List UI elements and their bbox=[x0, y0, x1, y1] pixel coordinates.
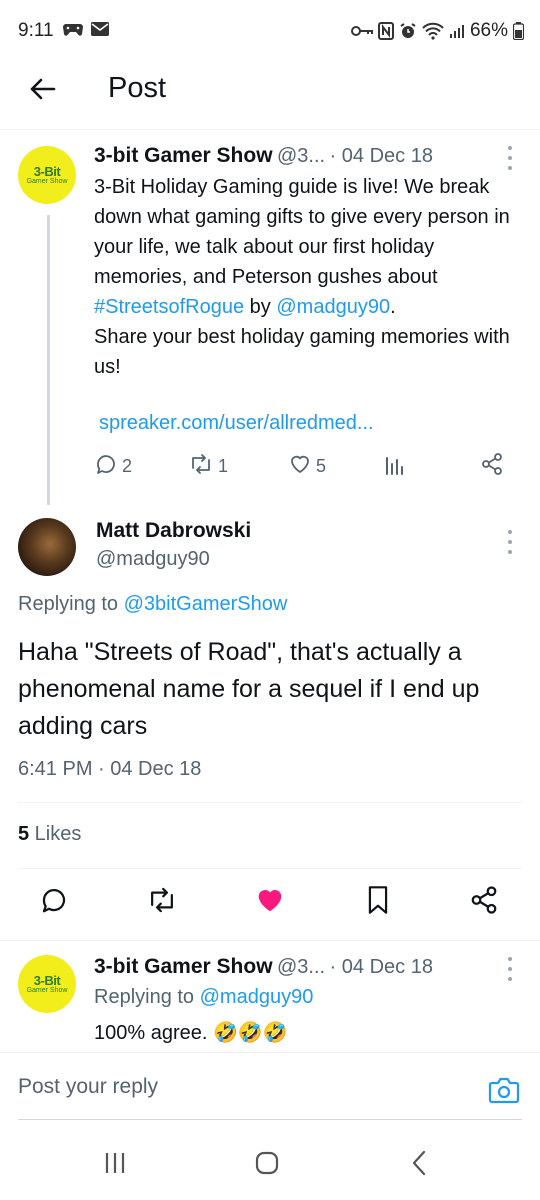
reply-input[interactable] bbox=[18, 1075, 458, 1099]
analytics-icon bbox=[384, 452, 406, 481]
bookmark-icon bbox=[364, 885, 392, 920]
author-handle[interactable]: @madguy90 bbox=[96, 548, 210, 571]
likes-label: Likes bbox=[29, 823, 82, 845]
replying-to: Replying to @3bitGamerShow bbox=[18, 593, 288, 615]
status-bar: 9:11 66% bbox=[0, 0, 540, 64]
wifi-icon bbox=[422, 22, 444, 40]
tweet-text: 100% agree. 🤣🤣🤣 bbox=[94, 1022, 288, 1044]
hashtag-link[interactable]: #StreetsofRogue bbox=[94, 296, 244, 318]
divider bbox=[18, 1119, 522, 1120]
tweet-date: · 04 Dec 18 bbox=[329, 145, 433, 167]
avatar[interactable]: 3-Bit Gamer Show bbox=[18, 955, 76, 1013]
reply-button[interactable] bbox=[36, 884, 72, 920]
repost-icon bbox=[146, 885, 178, 920]
reply-icon bbox=[94, 452, 118, 481]
share-button[interactable] bbox=[480, 452, 504, 481]
replying-to: Replying to @madguy90 bbox=[94, 986, 314, 1008]
like-button[interactable] bbox=[252, 884, 288, 920]
author-name[interactable]: 3-bit Gamer Show bbox=[94, 955, 273, 978]
avatar[interactable] bbox=[18, 518, 76, 576]
external-link[interactable]: spreaker.com/user/allredmed... bbox=[99, 412, 374, 435]
home-icon[interactable] bbox=[252, 1150, 282, 1176]
nfc-icon bbox=[377, 22, 394, 40]
battery-icon bbox=[513, 22, 524, 40]
repost-count: 1 bbox=[218, 456, 229, 476]
tweet-header: 3-bit Gamer Show @3... · 04 Dec 18 bbox=[94, 144, 433, 168]
reply-icon bbox=[39, 885, 69, 920]
share-button[interactable] bbox=[466, 884, 502, 920]
reply-count: 2 bbox=[122, 456, 133, 476]
likes-count: 5 bbox=[18, 823, 30, 845]
share-icon bbox=[480, 452, 504, 481]
replying-to-link[interactable]: @3bitGamerShow bbox=[124, 593, 288, 615]
top-app-bar: Post bbox=[0, 64, 540, 130]
author-name[interactable]: 3-bit Gamer Show bbox=[94, 144, 273, 167]
battery-percent: 66% bbox=[469, 20, 508, 41]
replying-to-link[interactable]: @madguy90 bbox=[200, 986, 314, 1008]
share-icon bbox=[469, 885, 499, 920]
divider bbox=[18, 802, 522, 803]
mention-link[interactable]: @madguy90 bbox=[276, 296, 390, 318]
system-nav-bar bbox=[0, 1124, 540, 1200]
alarm-icon bbox=[399, 22, 417, 40]
thread-connector-line bbox=[47, 215, 50, 505]
tweet-text: 3-Bit Holiday Gaming guide is live! We b… bbox=[94, 176, 510, 378]
gamepad-icon bbox=[62, 20, 84, 38]
repost-button[interactable] bbox=[144, 884, 180, 920]
tweet-actions: 2 1 5 bbox=[94, 452, 514, 486]
author-handle[interactable]: @3... bbox=[277, 145, 325, 167]
signal-icon bbox=[449, 23, 465, 39]
tweet-text: Haha "Streets of Road", that's actually … bbox=[18, 638, 480, 740]
tweet-header: 3-bit Gamer Show @3... · 04 Dec 18 bbox=[94, 955, 433, 979]
divider bbox=[18, 868, 522, 869]
key-icon bbox=[350, 24, 373, 38]
camera-icon[interactable] bbox=[488, 1075, 520, 1105]
main-tweet-actions bbox=[0, 884, 540, 924]
author-name[interactable]: Matt Dabrowski bbox=[96, 519, 251, 543]
page-title: Post bbox=[108, 72, 167, 104]
more-options-icon[interactable] bbox=[500, 530, 520, 554]
tweet-timestamp: 6:41 PM · 04 Dec 18 bbox=[18, 758, 202, 780]
heart-filled-icon bbox=[254, 885, 286, 920]
reply-button[interactable]: 2 bbox=[94, 452, 132, 481]
views-button[interactable] bbox=[384, 452, 406, 481]
back-arrow-icon[interactable] bbox=[26, 72, 60, 106]
mail-icon bbox=[90, 20, 110, 38]
like-button[interactable]: 5 bbox=[288, 452, 326, 481]
status-time: 9:11 bbox=[18, 20, 54, 41]
divider bbox=[0, 940, 540, 941]
likes-summary[interactable]: 5 Likes bbox=[18, 823, 81, 846]
back-icon[interactable] bbox=[404, 1150, 434, 1176]
like-count: 5 bbox=[316, 456, 327, 476]
bookmark-button[interactable] bbox=[360, 884, 396, 920]
more-options-icon[interactable] bbox=[500, 146, 520, 170]
recents-icon[interactable] bbox=[100, 1150, 130, 1176]
avatar[interactable]: 3-Bit Gamer Show bbox=[18, 146, 76, 204]
repost-button[interactable]: 1 bbox=[188, 452, 228, 481]
tweet-date: · 04 Dec 18 bbox=[329, 956, 433, 978]
heart-icon bbox=[288, 452, 312, 481]
reply-composer bbox=[0, 1052, 540, 1124]
repost-icon bbox=[188, 452, 214, 481]
author-handle[interactable]: @3... bbox=[277, 956, 325, 978]
more-options-icon[interactable] bbox=[500, 957, 520, 981]
